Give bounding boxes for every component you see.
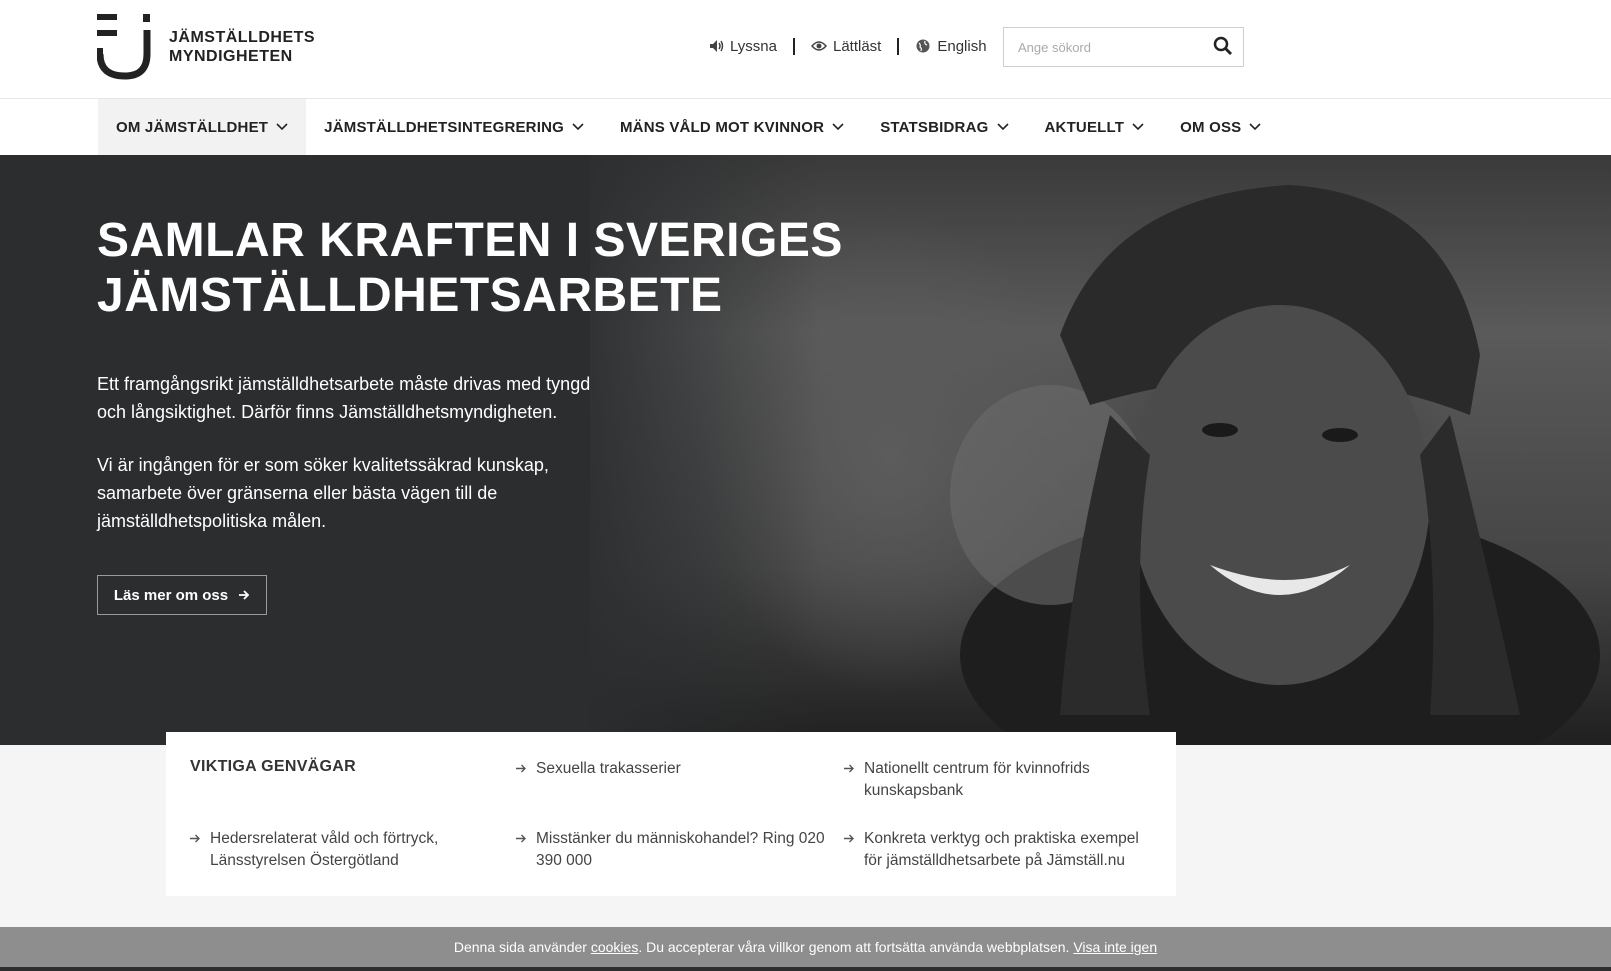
arrow-right-icon [516, 758, 536, 780]
nav-item-jamstalldhetsintegrering[interactable]: JÄMSTÄLLDHETSINTEGRERING [306, 99, 602, 155]
hero-title-line-1: SAMLAR KRAFTEN I SVERIGES [97, 214, 843, 267]
english-link[interactable]: English [897, 37, 1002, 55]
arrow-right-icon [844, 828, 864, 872]
search-input[interactable] [1004, 28, 1194, 66]
nav-item-label: OM JÄMSTÄLLDHET [116, 118, 269, 136]
shortcuts-panel: VIKTIGA GENVÄGAR Sexuella trakasserier N… [166, 732, 1176, 896]
speaker-icon [708, 38, 724, 54]
shortcut-label: Sexuella trakasserier [536, 760, 681, 777]
chevron-down-icon [276, 123, 288, 131]
hero-title-line-2: JÄMSTÄLLDHETSARBETE [97, 269, 723, 322]
hero-section: SAMLAR KRAFTEN I SVERIGES JÄMSTÄLLDHETSA… [0, 155, 1611, 745]
site-header: JÄMSTÄLLDHETS MYNDIGHETEN Lyssna Lättläs… [0, 0, 1611, 99]
logo-line-1: JÄMSTÄLLDHETS [169, 29, 316, 46]
shortcut-link[interactable]: Hedersrelaterat våld och förtryck, Länss… [190, 828, 470, 872]
hero-title: SAMLAR KRAFTEN I SVERIGES JÄMSTÄLLDHETSA… [97, 213, 857, 323]
easy-read-label: Lättläst [832, 37, 882, 55]
chevron-down-icon [832, 123, 844, 131]
shortcut-label: Konkreta verktyg och praktiska exempel f… [864, 830, 1139, 869]
shortcut-label: Hedersrelaterat våld och förtryck, Länss… [210, 830, 439, 869]
english-label: English [937, 37, 987, 55]
read-more-label: Läs mer om oss [113, 586, 229, 604]
shortcut-label: Nationellt centrum för kvinnofrids kunsk… [864, 760, 1090, 799]
chevron-down-icon [1132, 123, 1144, 131]
chevron-down-icon [572, 123, 584, 131]
arrow-right-icon [516, 828, 536, 872]
logo-line-2: MYNDIGHETEN [169, 48, 293, 65]
cookies-link[interactable]: cookies [591, 939, 638, 955]
nav-item-label: AKTUELLT [1044, 118, 1125, 136]
chevron-down-icon [996, 123, 1009, 131]
utility-links: Lyssna Lättläst English [708, 36, 1003, 56]
logo-mark-icon [96, 14, 153, 80]
shortcut-link[interactable]: Nationellt centrum för kvinnofrids kunsk… [844, 758, 1144, 802]
arrow-right-icon [844, 758, 864, 802]
shortcut-label: Misstänker du människohandel? Ring 020 3… [536, 830, 825, 869]
nav-item-om-jamstalldhet[interactable]: OM JÄMSTÄLLDHET [98, 99, 307, 155]
arrow-right-icon [238, 590, 250, 600]
nav-item-label: STATSBIDRAG [880, 118, 989, 136]
shortcut-link[interactable]: Misstänker du människohandel? Ring 020 3… [516, 828, 826, 872]
shortcuts-heading: VIKTIGA GENVÄGAR [190, 758, 356, 775]
nav-item-om-oss[interactable]: OM OSS [1162, 99, 1279, 155]
hero-paragraph-2: Vi är ingången för er som söker kvalitet… [97, 455, 549, 531]
cookie-text-before: Denna sida använder [453, 939, 591, 955]
nav-item-label: JÄMSTÄLLDHETSINTEGRERING [324, 118, 564, 136]
cookie-text-after: . Du accepterar våra villkor genom att f… [638, 939, 1074, 955]
chevron-down-icon [1249, 123, 1261, 131]
dismiss-cookie-link[interactable]: Visa inte igen [1073, 939, 1157, 955]
read-more-button[interactable]: Läs mer om oss [97, 575, 267, 615]
shortcut-link[interactable]: Sexuella trakasserier [516, 758, 826, 780]
listen-label: Lyssna [730, 37, 777, 55]
arrow-right-icon [190, 828, 210, 872]
listen-link[interactable]: Lyssna [708, 38, 793, 55]
nav-item-statsbidrag[interactable]: STATSBIDRAG [862, 99, 1026, 155]
search-button[interactable] [1211, 36, 1235, 60]
footer-edge [0, 967, 1611, 971]
cookie-banner: Denna sida använder cookies . Du accepte… [0, 927, 1611, 967]
nav-item-mans-vald[interactable]: MÄNS VÅLD MOT KVINNOR [602, 99, 862, 155]
search-icon [1213, 36, 1233, 61]
search-box [1003, 27, 1244, 67]
eye-icon [810, 38, 827, 54]
hero-paragraph-1: Ett framgångsrikt jämställdhetsarbete må… [97, 374, 591, 422]
nav-item-label: MÄNS VÅLD MOT KVINNOR [619, 118, 825, 136]
main-navigation: OM JÄMSTÄLLDHET JÄMSTÄLLDHETSINTEGRERING… [0, 99, 1611, 155]
logo-text: JÄMSTÄLLDHETS MYNDIGHETEN [169, 28, 315, 66]
nav-item-label: OM OSS [1180, 118, 1242, 136]
shortcut-link[interactable]: Konkreta verktyg och praktiska exempel f… [844, 828, 1154, 872]
nav-item-aktuellt[interactable]: AKTUELLT [1027, 99, 1163, 155]
globe-icon [915, 38, 931, 54]
easy-read-link[interactable]: Lättläst [792, 37, 897, 55]
site-logo[interactable]: JÄMSTÄLLDHETS MYNDIGHETEN [96, 14, 327, 80]
